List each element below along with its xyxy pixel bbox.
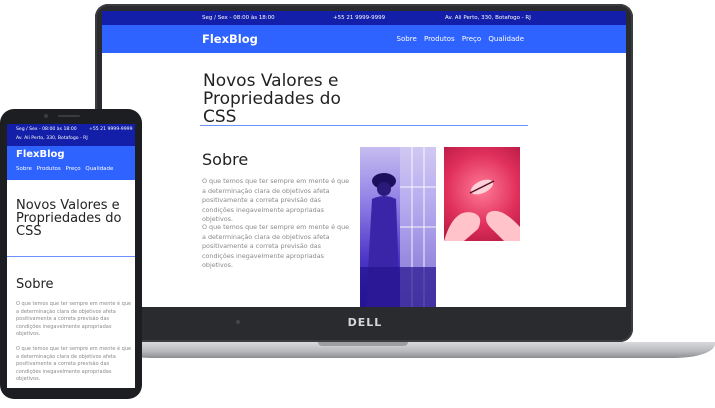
nav-item-produtos[interactable]: Produtos	[424, 35, 455, 43]
phone-topbar: Seg / Sex - 08:00 às 18:00 +55 21 9999-9…	[7, 124, 135, 146]
laptop-screen: Seg / Sex - 08:00 às 18:00 +55 21 9999-9…	[102, 11, 626, 307]
phone-nav-menu: Sobre Produtos Preço Qualidade	[16, 166, 116, 172]
hero-title: Novos Valores e Propriedades do CSS	[203, 71, 341, 127]
phone-nav-item-produtos[interactable]: Produtos	[37, 166, 61, 172]
phone-camera	[44, 114, 48, 118]
phone-paragraph-2: O que temos que ter sempre em mente é qu…	[16, 346, 132, 383]
phone-nav-item-qualidade[interactable]: Qualidade	[85, 166, 113, 172]
divider	[200, 125, 528, 126]
topbar: Seg / Sex - 08:00 às 18:00 +55 21 9999-9…	[102, 11, 626, 25]
phone-topbar-address: Av. Ali Perto, 330, Botafogo - RJ	[16, 136, 88, 141]
phone-nav-item-preco[interactable]: Preço	[65, 166, 80, 172]
phone-brand-logo[interactable]: FlexBlog	[16, 149, 65, 160]
nav-item-sobre[interactable]: Sobre	[397, 35, 417, 43]
phone-paragraph-1: O que temos que ter sempre em mente é qu…	[16, 301, 132, 338]
navbar: FlexBlog Sobre Produtos Preço Qualidade	[102, 25, 626, 53]
nav-item-preco[interactable]: Preço	[462, 35, 481, 43]
nav-menu: Sobre Produtos Preço Qualidade	[392, 35, 524, 43]
topbar-phone: +55 21 9999-9999	[333, 15, 386, 21]
phone-screen: Seg / Sex - 08:00 às 18:00 +55 21 9999-9…	[7, 124, 135, 388]
phone-topbar-hours: Seg / Sex - 08:00 às 18:00	[16, 127, 77, 132]
phone-divider	[7, 256, 135, 257]
brand-logo[interactable]: FlexBlog	[202, 32, 258, 46]
phone-hero-title: Novos Valores e Propriedades do CSS	[16, 198, 122, 239]
laptop-camera	[236, 320, 240, 324]
paragraph-1: O que temos que ter sempre em mente é qu…	[202, 177, 350, 224]
phone-topbar-phone: +55 21 9999-9999	[89, 127, 133, 132]
paragraph-2: O que temos que ter sempre em mente é qu…	[202, 223, 350, 270]
phone-nav-item-sobre[interactable]: Sobre	[16, 166, 32, 172]
topbar-hours: Seg / Sex - 08:00 às 18:00	[202, 15, 275, 21]
laptop-logo: DELL	[347, 316, 383, 329]
phone-section-title: Sobre	[16, 277, 54, 292]
nav-item-qualidade[interactable]: Qualidade	[488, 35, 524, 43]
laptop-base	[110, 342, 715, 358]
phone-speaker	[58, 115, 80, 117]
photo-hands-pin	[444, 147, 520, 241]
phone-navbar: FlexBlog Sobre Produtos Preço Qualidade	[7, 146, 135, 180]
laptop-notch	[318, 342, 408, 346]
section-title: Sobre	[202, 150, 249, 169]
topbar-address: Av. Ali Perto, 330, Botafogo - RJ	[445, 15, 531, 21]
photo-woman-window	[360, 147, 436, 307]
